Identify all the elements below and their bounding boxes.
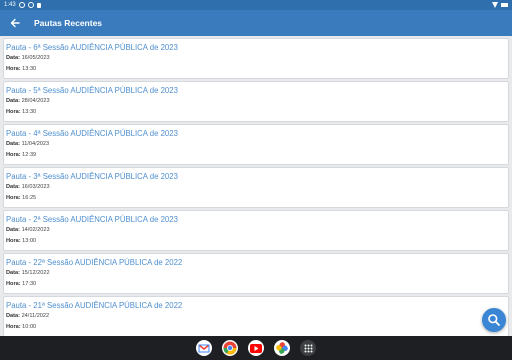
battery-icon	[501, 3, 508, 7]
pauta-card[interactable]: Pauta - 2ª Sessão AUDIÊNCIA PÚBLICA de 2…	[3, 210, 509, 251]
date-value: 28/04/2023	[21, 98, 50, 104]
photos-icon[interactable]	[274, 340, 290, 356]
pauta-date-row: Data: 28/04/2023	[6, 96, 506, 107]
time-label: Hora:	[6, 109, 21, 115]
pauta-time-row: Hora: 16:25	[6, 193, 506, 204]
pauta-date-row: Data: 11/04/2023	[6, 139, 506, 150]
date-value: 16/03/2023	[21, 184, 50, 190]
time-label: Hora:	[6, 324, 21, 330]
time-value: 13:30	[22, 66, 37, 72]
pauta-time-row: Hora: 10:00	[6, 322, 506, 333]
pauta-time-row: Hora: 13:30	[6, 107, 506, 118]
settings-notification-icon	[27, 2, 34, 8]
chrome-icon[interactable]	[222, 340, 238, 356]
pauta-card[interactable]: Pauta - 21ª Sessão AUDIÊNCIA PÚBLICA de …	[3, 296, 509, 337]
time-value: 16:25	[22, 195, 37, 201]
date-label: Data:	[6, 270, 20, 276]
wifi-icon	[492, 2, 498, 8]
date-value: 14/02/2023	[21, 227, 50, 233]
status-bar: 1:43	[0, 0, 512, 10]
pauta-title[interactable]: Pauta - 22ª Sessão AUDIÊNCIA PÚBLICA de …	[6, 257, 506, 268]
date-label: Data:	[6, 141, 20, 147]
pauta-date-row: Data: 16/05/2023	[6, 53, 506, 64]
pauta-time-row: Hora: 13:30	[6, 64, 506, 75]
app-dock	[0, 336, 512, 360]
time-label: Hora:	[6, 238, 21, 244]
status-time: 1:43	[4, 2, 16, 8]
pauta-title[interactable]: Pauta - 21ª Sessão AUDIÊNCIA PÚBLICA de …	[6, 300, 506, 311]
time-value: 13:30	[22, 109, 37, 115]
time-value: 12:39	[22, 152, 37, 158]
pauta-date-row: Data: 15/12/2022	[6, 268, 506, 279]
back-button[interactable]	[2, 10, 28, 36]
pauta-title[interactable]: Pauta - 3ª Sessão AUDIÊNCIA PÚBLICA de 2…	[6, 171, 506, 182]
pauta-date-row: Data: 24/11/2022	[6, 311, 506, 322]
pauta-title[interactable]: Pauta - 2ª Sessão AUDIÊNCIA PÚBLICA de 2…	[6, 214, 506, 225]
app-bar: Pautas Recentes	[0, 10, 512, 36]
arrow-left-icon	[10, 18, 20, 28]
date-value: 24/11/2022	[21, 313, 50, 319]
date-label: Data:	[6, 184, 20, 190]
pauta-title[interactable]: Pauta - 6ª Sessão AUDIÊNCIA PÚBLICA de 2…	[6, 42, 506, 53]
date-label: Data:	[6, 55, 20, 61]
app-drawer-icon[interactable]	[300, 340, 316, 356]
pauta-card[interactable]: Pauta - 4ª Sessão AUDIÊNCIA PÚBLICA de 2…	[3, 124, 509, 165]
youtube-icon[interactable]	[248, 340, 264, 356]
date-label: Data:	[6, 98, 20, 104]
pauta-time-row: Hora: 12:39	[6, 150, 506, 161]
page-title: Pautas Recentes	[34, 18, 103, 28]
notification-icon	[18, 2, 25, 8]
time-label: Hora:	[6, 195, 21, 201]
time-label: Hora:	[6, 66, 21, 72]
date-label: Data:	[6, 313, 20, 319]
search-icon	[488, 314, 500, 326]
pauta-time-row: Hora: 17:30	[6, 279, 506, 290]
search-button[interactable]	[482, 308, 506, 332]
pauta-card[interactable]: Pauta - 6ª Sessão AUDIÊNCIA PÚBLICA de 2…	[3, 38, 509, 79]
pautas-list: Pauta - 6ª Sessão AUDIÊNCIA PÚBLICA de 2…	[3, 38, 509, 339]
date-value: 15/12/2022	[21, 270, 50, 276]
date-value: 16/05/2023	[21, 55, 50, 61]
time-label: Hora:	[6, 281, 21, 287]
time-value: 17:30	[22, 281, 37, 287]
pauta-card[interactable]: Pauta - 22ª Sessão AUDIÊNCIA PÚBLICA de …	[3, 253, 509, 294]
pauta-card[interactable]: Pauta - 5ª Sessão AUDIÊNCIA PÚBLICA de 2…	[3, 81, 509, 122]
pauta-title[interactable]: Pauta - 4ª Sessão AUDIÊNCIA PÚBLICA de 2…	[6, 128, 506, 139]
pauta-date-row: Data: 16/03/2023	[6, 182, 506, 193]
pauta-title[interactable]: Pauta - 5ª Sessão AUDIÊNCIA PÚBLICA de 2…	[6, 85, 506, 96]
time-value: 10:00	[22, 324, 37, 330]
time-value: 13:00	[22, 238, 37, 244]
date-value: 11/04/2023	[21, 141, 50, 147]
pauta-card[interactable]: Pauta - 3ª Sessão AUDIÊNCIA PÚBLICA de 2…	[3, 167, 509, 208]
pauta-time-row: Hora: 13:00	[6, 236, 506, 247]
date-label: Data:	[6, 227, 20, 233]
clipboard-icon	[36, 2, 41, 8]
time-label: Hora:	[6, 152, 21, 158]
pauta-date-row: Data: 14/02/2023	[6, 225, 506, 236]
gmail-icon[interactable]	[196, 340, 212, 356]
